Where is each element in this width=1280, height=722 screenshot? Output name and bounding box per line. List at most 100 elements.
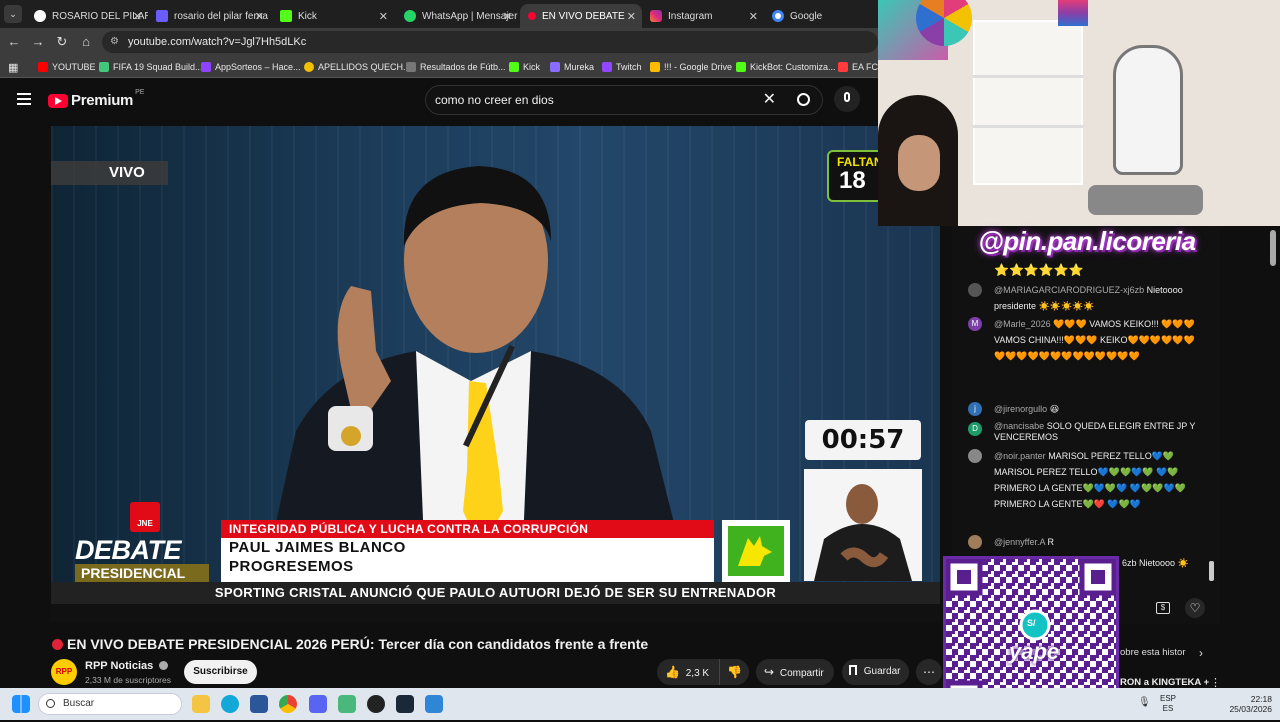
bookmark-kickbot[interactable]: KickBot: Customiza... bbox=[736, 59, 836, 75]
close-tab-icon[interactable]: ✕ bbox=[255, 10, 264, 23]
chat-scrollbar[interactable] bbox=[1209, 561, 1214, 581]
speaking-timer: 00:57 bbox=[805, 420, 921, 460]
dislike-button[interactable]: 👎 bbox=[719, 659, 749, 685]
kick-icon bbox=[509, 62, 519, 72]
bookmark-appsorteos[interactable]: AppSorteos – Hace... bbox=[201, 59, 301, 75]
channel-name[interactable]: RPP Noticias bbox=[85, 660, 169, 672]
taskbar-clock[interactable]: 22:18 25/03/2026 bbox=[1222, 694, 1272, 714]
user-avatar: D bbox=[968, 422, 982, 436]
video-bottom-band bbox=[51, 604, 940, 622]
chat-preview-snippet-2: RON a KINGTEKA + bbox=[1120, 677, 1210, 688]
bookmark-apellidos[interactable]: APELLIDOS QUECH... bbox=[304, 59, 411, 75]
youtube-logo[interactable]: Premium PE bbox=[48, 89, 144, 109]
video-title: EN VIVO DEBATE PRESIDENCIAL 2026 PERÚ: T… bbox=[52, 636, 892, 652]
bookmark-resultados[interactable]: Resultados de Fútb... bbox=[406, 59, 506, 75]
candidate-party: PROGRESEMOS bbox=[229, 558, 354, 575]
tab-google[interactable]: Google bbox=[764, 4, 878, 28]
address-bar[interactable]: ⚙ youtube.com/watch?v=Jgl7Hh5dLKc bbox=[102, 31, 878, 53]
gaming-chair bbox=[1083, 45, 1208, 226]
reload-icon[interactable]: ↻ bbox=[54, 34, 70, 50]
close-tab-icon[interactable]: ✕ bbox=[749, 10, 758, 23]
search-icon[interactable] bbox=[797, 93, 810, 106]
tab-instagram[interactable]: Instagram ✕ bbox=[642, 4, 764, 28]
home-icon[interactable]: ⌂ bbox=[78, 34, 94, 50]
tab-en-vivo-debate[interactable]: EN VIVO DEBATE ✕ bbox=[520, 4, 642, 28]
bookmark-icon bbox=[736, 62, 746, 72]
chrome-icon[interactable] bbox=[279, 695, 297, 713]
close-tab-icon[interactable]: ✕ bbox=[627, 10, 636, 23]
dog-icon bbox=[738, 536, 772, 566]
sign-language-interpreter-box bbox=[804, 469, 922, 581]
back-icon[interactable]: ← bbox=[6, 34, 22, 50]
chat-message: @jennyffer.A R bbox=[968, 534, 1198, 550]
kick-favicon-icon bbox=[280, 10, 292, 22]
bookmark-mureka[interactable]: Mureka bbox=[550, 59, 594, 75]
whatsapp-favicon-icon bbox=[404, 10, 416, 22]
bookmark-youtube[interactable]: YOUTUBE bbox=[38, 59, 96, 75]
save-button[interactable]: Guardar bbox=[842, 659, 909, 685]
close-tab-icon[interactable]: ✕ bbox=[379, 10, 388, 23]
chat-message: 6zb Nietoooo ☀️ bbox=[1122, 558, 1189, 568]
bookmark-twitch[interactable]: Twitch bbox=[602, 59, 642, 75]
tab-rosario-ferna[interactable]: rosario del pilar ferna ✕ bbox=[148, 4, 270, 28]
app-icon[interactable] bbox=[425, 695, 443, 713]
store-icon[interactable] bbox=[250, 695, 268, 713]
tab-search-icon[interactable]: ⌄ bbox=[4, 5, 22, 23]
discord-icon[interactable] bbox=[309, 695, 327, 713]
chevron-right-icon[interactable]: › bbox=[1199, 646, 1203, 660]
user-avatar: j bbox=[968, 402, 982, 416]
super-chat-icon[interactable]: $ bbox=[1156, 602, 1170, 614]
apps-grid-icon[interactable]: ▦ bbox=[8, 59, 18, 75]
news-ticker: SPORTING CRISTAL ANUNCIÓ QUE PAULO AUTUO… bbox=[51, 582, 940, 604]
bookmark-kick[interactable]: Kick bbox=[509, 59, 540, 75]
bookmark-icon bbox=[550, 62, 560, 72]
tab-whatsapp[interactable]: WhatsApp | Mensajer ✕ bbox=[396, 4, 518, 28]
google-favicon-icon bbox=[772, 10, 784, 22]
voice-search-icon[interactable] bbox=[834, 86, 860, 112]
jne-logo: JNE bbox=[130, 502, 160, 532]
taskbar-search[interactable]: Buscar bbox=[38, 693, 182, 715]
chat-message: j @jirenorgullo 😆 bbox=[968, 401, 1198, 417]
notepad-icon[interactable] bbox=[338, 695, 356, 713]
page-scrollbar[interactable] bbox=[1270, 230, 1276, 266]
chat-message: @noir.panter MARISOL PEREZ TELLO💙💚 MARIS… bbox=[968, 448, 1198, 512]
tab-kick[interactable]: Kick ✕ bbox=[272, 4, 394, 28]
channel-avatar[interactable]: RPP bbox=[51, 659, 77, 685]
bookmark-icon bbox=[838, 62, 848, 72]
keyboard-language[interactable]: ESP ES bbox=[1160, 694, 1176, 714]
subscribe-button[interactable]: Suscribirse bbox=[184, 660, 257, 684]
obs-icon[interactable] bbox=[367, 695, 385, 713]
forward-icon[interactable]: → bbox=[30, 34, 46, 50]
search-icon bbox=[46, 699, 55, 708]
close-tab-icon[interactable]: ✕ bbox=[133, 10, 142, 23]
webcam-overlay bbox=[878, 0, 1280, 226]
debate-presidencial-logo: DEBATE PRESIDENCIAL bbox=[75, 536, 209, 582]
google-favicon-icon bbox=[34, 10, 46, 22]
tab-rosario-del-pilar[interactable]: ROSARIO DEL PILAR ✕ bbox=[26, 4, 148, 28]
thumbs-down-icon: 👎 bbox=[727, 665, 742, 679]
windows-taskbar: Buscar 🎙 ESP ES 22:18 25/03/2026 bbox=[0, 688, 1280, 720]
bookmark-google-drive[interactable]: !!! - Google Drive bbox=[650, 59, 732, 75]
video-player[interactable]: VIVO FALTAN 18 00:57 JNE DEBATE PRESIDEN… bbox=[51, 126, 940, 622]
menu-icon[interactable] bbox=[17, 93, 31, 105]
windows-start-icon[interactable] bbox=[12, 695, 30, 713]
heart-icon[interactable]: ♡ bbox=[1185, 598, 1205, 618]
steam-icon[interactable] bbox=[396, 695, 414, 713]
edge-icon[interactable] bbox=[221, 695, 239, 713]
recording-favicon-icon bbox=[528, 12, 536, 20]
close-tab-icon[interactable]: ✕ bbox=[503, 10, 512, 23]
bookmark-fifa[interactable]: FIFA 19 Squad Build... bbox=[99, 59, 203, 75]
like-button[interactable]: 👍 2,3 K bbox=[657, 659, 715, 685]
share-button[interactable]: ↪ Compartir bbox=[756, 659, 834, 685]
search-input[interactable]: como no creer en dios ✕ bbox=[425, 85, 823, 115]
bookmark-icon bbox=[201, 62, 211, 72]
youtube-play-icon bbox=[48, 93, 68, 108]
file-explorer-icon[interactable] bbox=[192, 695, 210, 713]
more-actions-icon[interactable]: ⋯ bbox=[916, 659, 942, 685]
site-favicon-icon bbox=[156, 10, 168, 22]
site-info-icon[interactable]: ⚙ bbox=[110, 31, 119, 53]
instagram-favicon-icon bbox=[650, 10, 662, 22]
clear-search-icon[interactable]: ✕ bbox=[763, 86, 776, 114]
streamer bbox=[878, 95, 958, 226]
microphone-tray-icon[interactable]: 🎙 bbox=[1138, 697, 1151, 708]
